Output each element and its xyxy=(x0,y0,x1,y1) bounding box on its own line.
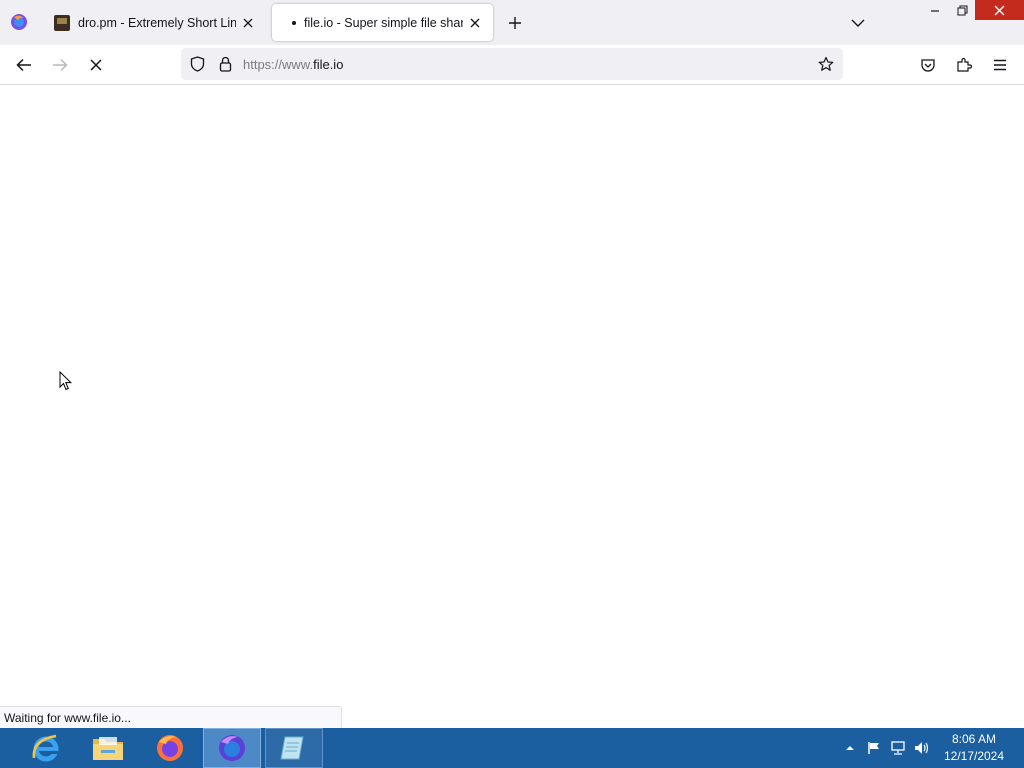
volume-icon[interactable] xyxy=(914,740,930,756)
forward-button[interactable] xyxy=(47,52,73,78)
close-tab-icon[interactable] xyxy=(467,15,483,31)
network-icon[interactable] xyxy=(890,740,906,756)
clock-time: 8:06 AM xyxy=(951,732,997,746)
clock-date: 12/17/2024 xyxy=(943,749,1005,763)
firefox-view-icon[interactable] xyxy=(8,11,30,33)
page-content: Waiting for www.file.io... xyxy=(0,86,1024,728)
tab-title: file.io - Super simple file sharing xyxy=(304,15,463,30)
firefox-nightly-icon xyxy=(219,735,245,761)
close-window-button[interactable] xyxy=(975,0,1024,20)
tab-strip: dro.pm - Extremely Short Links file.io -… xyxy=(0,0,1024,45)
folder-icon xyxy=(93,737,123,760)
tab-dro-pm[interactable]: dro.pm - Extremely Short Links xyxy=(44,4,266,41)
lock-icon[interactable] xyxy=(217,56,233,72)
list-all-tabs-button[interactable] xyxy=(846,11,870,35)
taskbar: 8:06 AM 12/17/2024 xyxy=(0,728,1024,768)
taskbar-firefox-nightly[interactable] xyxy=(203,728,261,768)
system-clock[interactable]: 8:06 AM 12/17/2024 xyxy=(938,731,1010,765)
url-scheme: https://www. xyxy=(243,56,314,72)
taskbar-file-explorer[interactable] xyxy=(79,728,137,768)
tab-file-io[interactable]: file.io - Super simple file sharing xyxy=(272,4,493,41)
stop-loading-button[interactable] xyxy=(83,52,109,78)
firefox-icon xyxy=(157,735,183,761)
extensions-puzzle-icon[interactable] xyxy=(951,52,977,78)
back-button[interactable] xyxy=(11,52,37,78)
star-bookmark-icon[interactable] xyxy=(818,56,834,72)
close-tab-icon[interactable] xyxy=(240,15,256,31)
url-bar[interactable]: https://www. file.io xyxy=(181,48,843,80)
pocket-icon[interactable] xyxy=(915,52,941,78)
status-panel: Waiting for www.file.io... xyxy=(0,706,342,728)
taskbar-notepad[interactable] xyxy=(265,728,323,768)
new-tab-button[interactable] xyxy=(503,11,527,35)
loading-dot-icon xyxy=(292,20,296,25)
action-center-flag-icon[interactable] xyxy=(866,740,882,756)
taskbar-firefox[interactable] xyxy=(141,728,199,768)
mouse-cursor-icon xyxy=(59,370,73,396)
tab-title: dro.pm - Extremely Short Links xyxy=(78,15,236,30)
hamburger-menu-icon[interactable] xyxy=(987,52,1013,78)
navigation-toolbar: https://www. file.io xyxy=(0,45,1024,85)
shield-icon[interactable] xyxy=(189,56,205,72)
notepad-icon xyxy=(280,736,304,760)
taskbar-internet-explorer[interactable] xyxy=(17,728,75,768)
show-hidden-icons-icon[interactable] xyxy=(842,740,858,756)
url-host: file.io xyxy=(313,56,344,72)
dro-pm-favicon-icon xyxy=(54,14,70,31)
ie-icon xyxy=(32,734,59,762)
url-input[interactable]: https://www. file.io xyxy=(243,48,343,80)
